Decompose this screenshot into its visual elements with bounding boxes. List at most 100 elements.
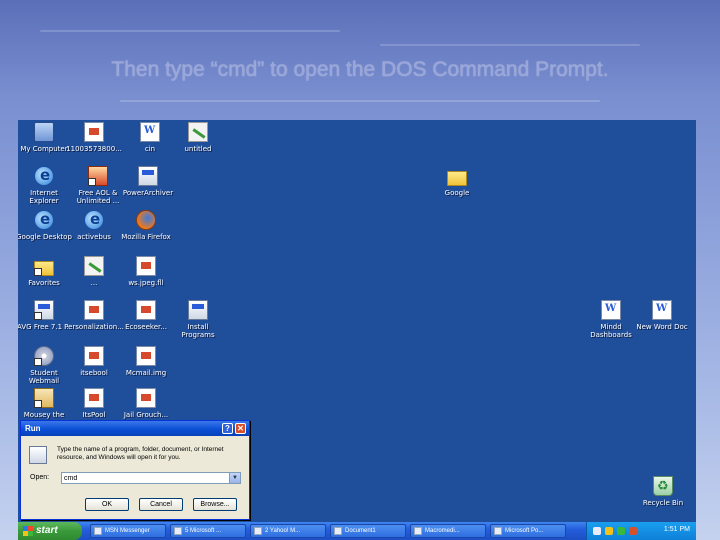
ok-button[interactable]: OK bbox=[85, 498, 129, 511]
desktop-icon-label: activebus bbox=[77, 233, 111, 241]
open-label: Open: bbox=[30, 474, 50, 481]
cancel-button[interactable]: Cancel bbox=[139, 498, 183, 511]
desktop-icon-label: 11003573800... bbox=[66, 145, 122, 153]
run-dialog-titlebar[interactable]: Run ? ✕ bbox=[21, 421, 249, 436]
folder-icon bbox=[447, 171, 467, 186]
activebus-icon bbox=[84, 210, 104, 230]
taskbar-item-label: Document1 bbox=[345, 528, 376, 534]
start-label: start bbox=[36, 525, 58, 536]
word-document-icon bbox=[652, 300, 672, 320]
taskbar-item[interactable]: Microsoft Po... bbox=[490, 524, 566, 538]
text-file-icon bbox=[84, 346, 104, 366]
desktop-icon-recycle-bin[interactable]: Recycle Bin bbox=[633, 476, 693, 507]
document-icon bbox=[136, 300, 156, 320]
taskbar-item-label: Macromedi... bbox=[425, 528, 460, 534]
taskbar-item-label: 5 Microsoft ... bbox=[185, 528, 222, 534]
yahoo-icon bbox=[254, 527, 262, 535]
webmail-icon bbox=[34, 346, 54, 366]
desktop-icon-label: Ecoseeker... bbox=[125, 323, 167, 331]
close-button[interactable]: ✕ bbox=[235, 423, 246, 434]
document-icon bbox=[84, 122, 104, 142]
run-dialog-title: Run bbox=[25, 424, 41, 433]
macromedia-icon bbox=[414, 527, 422, 535]
clock[interactable]: 1:51 PM bbox=[664, 526, 690, 533]
word-document-icon bbox=[140, 122, 160, 142]
slide-title: Then type “cmd” to open the DOS Command … bbox=[111, 58, 609, 81]
desktop-icon-label: Recycle Bin bbox=[642, 499, 684, 507]
computer-icon bbox=[34, 122, 54, 142]
internet-explorer-icon bbox=[34, 166, 54, 186]
start-button[interactable]: start bbox=[18, 522, 82, 540]
taskbar-item-label: Microsoft Po... bbox=[505, 528, 544, 534]
image-file-icon bbox=[136, 256, 156, 276]
background-streak bbox=[380, 44, 640, 46]
taskbar-item[interactable]: 5 Microsoft ... bbox=[170, 524, 246, 538]
document-icon bbox=[84, 300, 104, 320]
desktop-icon-mcmail[interactable]: Mcmail.img bbox=[116, 346, 176, 377]
taskbar-item[interactable]: MSN Messenger bbox=[90, 524, 166, 538]
windows-logo-icon bbox=[23, 526, 33, 536]
taskbar-item[interactable]: Document1 bbox=[330, 524, 406, 538]
desktop-icon-google-folder[interactable]: Google bbox=[427, 166, 487, 197]
avg-antivirus-icon bbox=[34, 300, 54, 320]
desktop-icon-label: Mcmail.img bbox=[125, 369, 167, 377]
desktop-icon-jail-grouch[interactable]: Jail Grouch... bbox=[116, 388, 176, 419]
google-desktop-icon bbox=[34, 210, 54, 230]
tray-app-icon[interactable] bbox=[593, 527, 601, 535]
help-button[interactable]: ? bbox=[222, 423, 233, 434]
desktop-icon-document[interactable]: 11003573800... bbox=[64, 122, 124, 153]
text-file-icon bbox=[84, 388, 104, 408]
taskbar-item-label: 2 Yahoo! M... bbox=[265, 528, 301, 534]
desktop-icon-personalization[interactable]: Personalization... bbox=[64, 300, 124, 331]
desktop-icon-new-word-doc[interactable]: New Word Doc bbox=[632, 300, 692, 331]
desktop-icon-ecoseeker[interactable]: Ecoseeker... bbox=[116, 300, 176, 331]
firefox-icon bbox=[136, 210, 156, 230]
desktop-icon-label: PowerArchiver bbox=[122, 189, 174, 197]
background-streak bbox=[40, 30, 340, 32]
favorites-folder-icon bbox=[34, 261, 54, 276]
user-icon bbox=[34, 388, 54, 408]
messenger-icon bbox=[94, 527, 102, 535]
desktop-icon-install-programs[interactable]: Install Programs bbox=[168, 300, 228, 339]
run-dialog-body: Type the name of a program, folder, docu… bbox=[21, 436, 249, 521]
run-program-icon bbox=[29, 446, 47, 464]
paint-icon bbox=[84, 256, 104, 276]
word-icon bbox=[334, 527, 342, 535]
taskbar: start MSN Messenger 5 Microsoft ... 2 Ya… bbox=[18, 522, 696, 540]
desktop-icon-itsebool[interactable]: itsebool bbox=[64, 346, 124, 377]
desktop-icon-label: ... bbox=[90, 279, 98, 287]
desktop-icon-untitled[interactable]: untitled bbox=[168, 122, 228, 153]
tray-network-icon[interactable] bbox=[605, 527, 613, 535]
taskbar-item[interactable]: Macromedi... bbox=[410, 524, 486, 538]
desktop-icon-itspool[interactable]: ItsPool bbox=[64, 388, 124, 419]
aol-icon bbox=[88, 166, 108, 186]
desktop-icon-label: Personalization... bbox=[64, 323, 124, 331]
powerpoint-icon bbox=[494, 527, 502, 535]
taskbar-item[interactable]: 2 Yahoo! M... bbox=[250, 524, 326, 538]
taskbar-item-label: MSN Messenger bbox=[105, 528, 150, 534]
recycle-bin-icon bbox=[653, 476, 673, 496]
desktop-icon-paint[interactable]: ... bbox=[64, 256, 124, 287]
desktop-icon-ws-jpeg[interactable]: ws.jpeg.fll bbox=[116, 256, 176, 287]
open-input[interactable] bbox=[61, 472, 241, 484]
install-programs-icon bbox=[188, 300, 208, 320]
background-streak bbox=[120, 100, 600, 102]
image-file-icon bbox=[136, 388, 156, 408]
desktop-icon-label: ItsPool bbox=[82, 411, 106, 419]
desktop-icon-mozilla-firefox[interactable]: Mozilla Firefox bbox=[116, 210, 176, 241]
desktop-icon-internet-explorer[interactable]: Internet Explorer bbox=[18, 166, 74, 205]
desktop-icon-powerarchiver[interactable]: PowerArchiver bbox=[118, 166, 178, 197]
tray-messenger-icon[interactable] bbox=[617, 527, 625, 535]
run-description: Type the name of a program, folder, docu… bbox=[57, 446, 224, 461]
tray-antivirus-icon[interactable] bbox=[629, 527, 637, 535]
paint-icon bbox=[188, 122, 208, 142]
system-tray: 1:51 PM bbox=[586, 522, 696, 540]
chevron-down-icon[interactable]: ▼ bbox=[229, 473, 240, 483]
desktop-icon-label: Google bbox=[444, 189, 470, 197]
archiver-icon bbox=[138, 166, 158, 186]
desktop-icon-activebus[interactable]: activebus bbox=[64, 210, 124, 241]
image-file-icon bbox=[136, 346, 156, 366]
desktop-icon-label: ws.jpeg.fll bbox=[128, 279, 164, 287]
desktop-icon-label: New Word Doc bbox=[636, 323, 688, 331]
browse-button[interactable]: Browse... bbox=[193, 498, 237, 511]
